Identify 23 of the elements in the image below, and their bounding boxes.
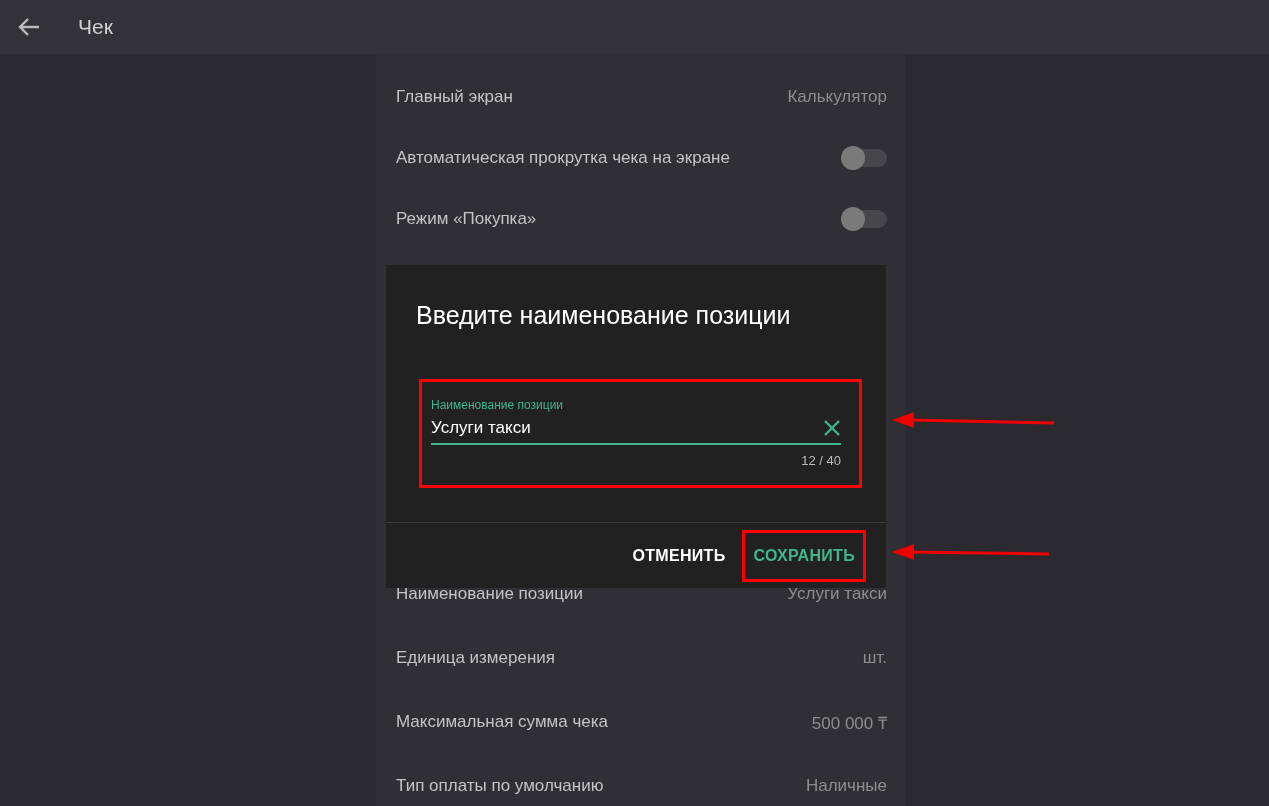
setting-label: Максимальная сумма чека bbox=[396, 712, 609, 732]
cancel-button[interactable]: ОТМЕНИТЬ bbox=[624, 538, 734, 573]
toggle-switch[interactable] bbox=[841, 209, 887, 228]
setting-label: Единица измерения bbox=[396, 648, 555, 668]
back-arrow-icon[interactable] bbox=[18, 17, 40, 37]
save-button[interactable]: СОХРАНИТЬ bbox=[745, 538, 863, 573]
setting-label: Наименование позиции bbox=[396, 584, 584, 604]
setting-value: Калькулятор bbox=[787, 86, 887, 107]
toggle-switch[interactable] bbox=[841, 148, 887, 167]
character-counter: 12 / 40 bbox=[800, 453, 841, 468]
setting-label: Главный экран bbox=[396, 86, 513, 107]
dialog-title: Введите наименование позиции bbox=[415, 300, 792, 331]
setting-label: Тип оплаты по умолчанию bbox=[396, 776, 604, 796]
clear-icon[interactable] bbox=[823, 418, 841, 437]
setting-label: Автоматическая прокрутка чека на экране bbox=[396, 147, 730, 168]
page-title: Чек bbox=[78, 15, 113, 39]
input-field[interactable]: Услуги такси bbox=[431, 417, 823, 438]
setting-value: Услуги такси bbox=[787, 584, 887, 604]
setting-value: Наличные bbox=[805, 776, 887, 796]
setting-label: Режим «Покупка» bbox=[396, 208, 537, 229]
setting-value: 500 000 ₸ bbox=[811, 712, 887, 734]
setting-value: шт. bbox=[862, 648, 887, 668]
field-label: Наименование позиции bbox=[431, 398, 565, 412]
